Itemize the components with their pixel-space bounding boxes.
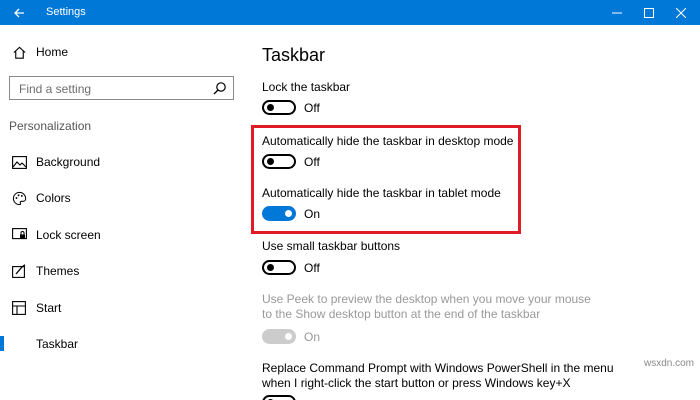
sidebar-item-label: Home xyxy=(36,45,69,59)
sidebar-item-colors[interactable]: Colors xyxy=(0,185,245,211)
sidebar-item-label: Background xyxy=(36,155,101,169)
active-indicator xyxy=(0,336,4,351)
peek-toggle xyxy=(262,329,296,344)
search-placeholder: Find a setting xyxy=(19,82,92,96)
maximize-icon xyxy=(644,7,654,18)
toggle-state: Off xyxy=(304,101,320,115)
maximize-button[interactable] xyxy=(634,0,664,25)
palette-icon xyxy=(11,190,27,206)
close-button[interactable] xyxy=(666,0,696,25)
setting-label-small-buttons: Use small taskbar buttons xyxy=(262,239,401,253)
lock-screen-icon xyxy=(11,227,27,243)
sidebar: Home Find a setting Personalization Back… xyxy=(0,25,245,400)
highlight-annotation xyxy=(251,125,521,234)
sidebar-item-taskbar[interactable]: Taskbar xyxy=(0,331,245,357)
search-icon[interactable] xyxy=(213,81,227,95)
setting-label-peek: Use Peek to preview the desktop when you… xyxy=(262,292,591,321)
sidebar-item-home[interactable]: Home xyxy=(0,39,245,65)
page-title: Taskbar xyxy=(262,45,326,65)
sidebar-item-background[interactable]: Background xyxy=(0,149,245,175)
sidebar-item-label: Themes xyxy=(36,264,80,278)
back-arrow-icon xyxy=(14,8,24,17)
setting-label-powershell: Replace Command Prompt with Windows Powe… xyxy=(262,361,614,390)
powershell-toggle[interactable] xyxy=(262,395,296,400)
search-input[interactable]: Find a setting xyxy=(9,76,234,100)
watermark: wsxdn.com xyxy=(643,358,694,369)
sidebar-item-label: Colors xyxy=(36,191,71,205)
toggle-state: On xyxy=(304,330,321,344)
sidebar-item-label: Taskbar xyxy=(36,337,79,351)
sidebar-item-start[interactable]: Start xyxy=(0,295,245,321)
section-label: Personalization xyxy=(9,119,92,133)
sidebar-item-lock-screen[interactable]: Lock screen xyxy=(0,222,245,248)
sidebar-item-label: Lock screen xyxy=(36,228,101,242)
start-icon xyxy=(11,300,27,316)
sidebar-item-label: Start xyxy=(36,301,62,315)
main-content: Taskbar Lock the taskbar Off Automatical… xyxy=(245,25,700,400)
title-bar: Settings xyxy=(0,0,700,25)
window-title: Settings xyxy=(46,6,86,18)
sidebar-item-themes[interactable]: Themes xyxy=(0,258,245,284)
toggle-state: Off xyxy=(304,261,320,275)
lock-taskbar-toggle[interactable] xyxy=(262,100,296,115)
minimize-icon xyxy=(612,12,622,13)
toggle-knob xyxy=(267,264,274,271)
themes-icon xyxy=(11,263,27,279)
image-icon xyxy=(11,154,27,170)
setting-label-lock-taskbar: Lock the taskbar xyxy=(262,80,351,94)
toggle-knob xyxy=(267,104,274,111)
home-icon xyxy=(11,44,27,60)
small-buttons-toggle[interactable] xyxy=(262,260,296,275)
back-button[interactable] xyxy=(0,0,38,25)
close-icon xyxy=(676,7,686,18)
toggle-knob xyxy=(285,333,292,340)
minimize-button[interactable] xyxy=(602,0,632,25)
